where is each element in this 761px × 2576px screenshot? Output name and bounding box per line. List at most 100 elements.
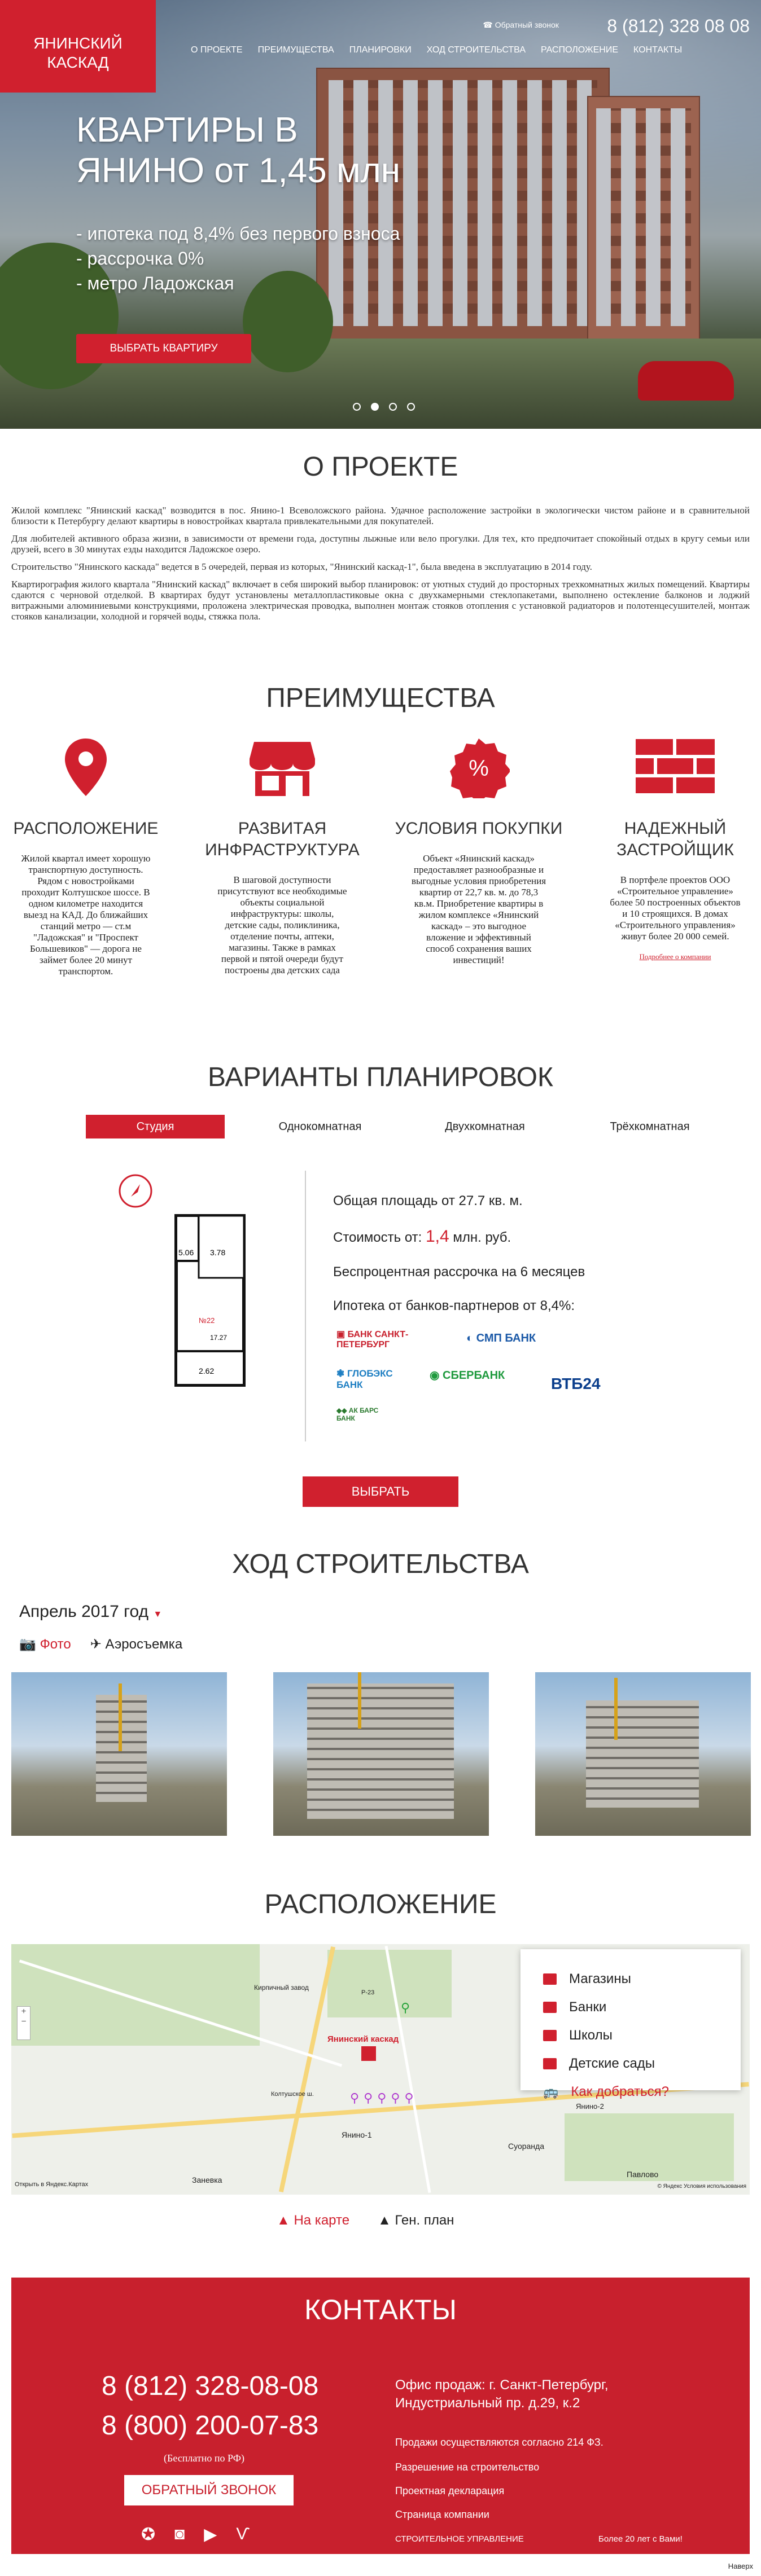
instagram-icon[interactable]: ◙	[174, 2525, 185, 2544]
slider-dot[interactable]	[389, 403, 397, 411]
plan-installment: Беспроцентная рассрочка на 6 месяцев	[333, 1264, 585, 1280]
tab-aerial[interactable]: ✈ Аэросъемка	[90, 1636, 182, 1652]
legend-shops[interactable]: Магазины	[543, 1965, 718, 1993]
project-marker[interactable]: Янинский каскад	[327, 2034, 399, 2061]
about-text: Жилой комплекс "Янинский каскад" возводи…	[11, 505, 750, 628]
nav-contacts[interactable]: КОНТАКТЫ	[633, 45, 682, 55]
contact-phone-1[interactable]: 8 (812) 328-08-08	[102, 2371, 318, 2402]
advantage-text: В шаговой доступности присутствуют все н…	[217, 874, 347, 975]
place-label: Кирпичный завод	[254, 1984, 309, 1992]
advantage-developer: НАДЕЖНЫЙ ЗАСТРОЙЩИК В портфеле проектов …	[591, 733, 760, 961]
contacts-section: КОНТАКТЫ 8 (812) 328-08-08 8 (800) 200-0…	[11, 2278, 750, 2554]
plan-icon: ▲	[378, 2213, 391, 2228]
about-paragraph: Строительство "Янинского каскада" ведетс…	[11, 561, 592, 572]
advantage-infrastructure: РАЗВИТАЯ ИНФРАСТРУКТУРА В шаговой доступ…	[198, 733, 367, 976]
tab-photo[interactable]: 📷 Фото	[19, 1636, 71, 1652]
construction-photo[interactable]	[11, 1672, 227, 1836]
tab-label: Ген. план	[395, 2213, 454, 2228]
open-in-yandex-link[interactable]: Открыть в Яндекс.Картах	[15, 2181, 88, 2188]
contact-phone-2[interactable]: 8 (800) 200-07-83	[102, 2410, 318, 2441]
slider-dot[interactable]	[353, 403, 361, 411]
slider-dots	[353, 403, 415, 411]
advantages-title: ПРЕИМУЩЕСТВА	[266, 683, 495, 713]
school-icon	[543, 2030, 557, 2041]
hero-features: - ипотека под 8,4% без первого взноса - …	[76, 221, 400, 296]
construction-photo[interactable]	[273, 1672, 489, 1836]
price-label: Стоимость от:	[333, 1230, 426, 1245]
nav-advantages[interactable]: ПРЕИМУЩЕСТВА	[258, 45, 334, 55]
vk-icon[interactable]: Ѵ	[236, 2525, 250, 2544]
hero-feature: - рассрочка 0%	[76, 248, 204, 269]
legend-label: Школы	[569, 2028, 613, 2043]
legend-schools[interactable]: Школы	[543, 2021, 718, 2050]
back-to-top-link[interactable]: Наверх	[728, 2562, 753, 2570]
slider-dot-active[interactable]	[371, 403, 379, 411]
drone-icon: ✈	[90, 1637, 102, 1652]
about-company-link[interactable]: Подробнее о компании	[591, 952, 760, 961]
map-pin-icon	[1, 733, 170, 801]
odnoklassniki-icon[interactable]: ✪	[141, 2525, 155, 2544]
logo-line-1: ЯНИНСКИЙ	[33, 34, 123, 52]
map-pin-icon	[361, 2046, 376, 2061]
bank-icon	[543, 2002, 557, 2013]
construction-photo[interactable]	[535, 1672, 751, 1836]
choose-plan-button[interactable]: ВЫБРАТЬ	[303, 1476, 458, 1507]
callback-link[interactable]: ☎ Обратный звонок	[483, 20, 559, 30]
place-label: Янино-1	[342, 2130, 372, 2139]
nav-location[interactable]: РАСПОЛОЖЕНИЕ	[541, 45, 618, 55]
nav-construction[interactable]: ХОД СТРОИТЕЛЬСТВА	[427, 45, 526, 55]
tab-label: На карте	[294, 2213, 350, 2228]
month-select[interactable]: Апрель 2017 год ▼	[19, 1602, 162, 1621]
legend-label: Банки	[569, 1999, 607, 2015]
tab-on-map[interactable]: ▲ На карте	[277, 2213, 349, 2228]
tab-one-room[interactable]: Однокомнатная	[251, 1115, 390, 1138]
svg-text:2.62: 2.62	[199, 1366, 214, 1375]
tab-two-room[interactable]: Двухкомнатная	[416, 1115, 554, 1138]
advantage-text: Объект «Янинский каскад» предоставляет р…	[411, 853, 546, 965]
tab-studio[interactable]: Студия	[86, 1115, 225, 1138]
slider-dot[interactable]	[407, 403, 415, 411]
nav-plans[interactable]: ПЛАНИРОВКИ	[349, 45, 412, 55]
road-label: Колтушское ш.	[271, 2091, 314, 2098]
nav-about[interactable]: О ПРОЕКТЕ	[191, 45, 243, 55]
logo[interactable]: ЯНИНСКИЙ КАСКАД	[0, 0, 156, 93]
choose-apartment-button[interactable]: ВЫБРАТЬ КВАРТИРУ	[76, 334, 251, 363]
company-page-link[interactable]: Страница компании	[395, 2509, 489, 2521]
map-copyright[interactable]: © Яндекс Условия использования	[657, 2183, 746, 2190]
youtube-icon[interactable]: ▶	[204, 2525, 217, 2544]
kindergarten-markers[interactable]: ⚲ ⚲ ⚲ ⚲ ⚲	[350, 2091, 414, 2105]
bank-spb-logo: ▣ БАНК САНКТ-ПЕТЕРБУРГ	[336, 1330, 409, 1349]
advantage-title: РАСПОЛОЖЕНИЕ	[13, 819, 159, 838]
tab-aerial-label: Аэросъемка	[105, 1637, 183, 1652]
hero-feature: - ипотека под 8,4% без первого взноса	[76, 223, 400, 244]
advantage-title: УСЛОВИЯ ПОКУПКИ	[395, 819, 563, 838]
footer: Наверх	[0, 2554, 761, 2576]
map-pin-icon: ▲	[277, 2213, 290, 2228]
svg-text:17.27: 17.27	[210, 1334, 227, 1342]
month-label: Апрель 2017 год	[19, 1602, 148, 1621]
tab-master-plan[interactable]: ▲ Ген. план	[378, 2213, 454, 2228]
plan-info: Общая площадь от 27.7 кв. м. Стоимость о…	[333, 1193, 585, 1332]
developer-logo[interactable]: СТРОИТЕЛЬНОЕ УПРАВЛЕНИЕ Более 20 лет с В…	[395, 2534, 683, 2544]
bank-name: ГЛОБЭКС БАНК	[336, 1368, 393, 1390]
map-marker-icon[interactable]: ⚲	[401, 2001, 410, 2015]
permit-link[interactable]: Разрешение на строительство	[395, 2461, 539, 2473]
place-label: Павлово	[627, 2170, 659, 2179]
bus-icon: 🚌	[543, 2085, 559, 2099]
legend-kindergartens[interactable]: Детские сады	[543, 2050, 718, 2078]
declaration-link[interactable]: Проектная декларация	[395, 2485, 504, 2497]
callback-button[interactable]: ОБРАТНЫЙ ЗВОНОК	[124, 2475, 294, 2505]
legend-banks[interactable]: Банки	[543, 1993, 718, 2021]
legend-directions[interactable]: 🚌 Как добраться?	[543, 2078, 718, 2106]
map-zoom-control[interactable]: + −	[17, 2006, 30, 2040]
svg-text:№22: №22	[199, 1316, 215, 1325]
header-phone[interactable]: 8 (812) 328 08 08	[607, 16, 750, 37]
about-paragraph: Квартирография жилого квартала "Янинский…	[11, 579, 750, 622]
legend-label: Магазины	[569, 1971, 631, 1986]
camera-icon: 📷	[19, 1637, 36, 1652]
floor-plan-image[interactable]: 5.06 3.78 №22 17.27 2.62	[114, 1171, 306, 1441]
advantage-text: В портфеле проектов ООО «Строительное уп…	[610, 874, 741, 942]
social-links: ✪ ◙ ▶ Ѵ	[141, 2525, 250, 2544]
hero-title-line-2: ЯНИНО от 1,45 млн	[76, 151, 401, 190]
tab-three-room[interactable]: Трёхкомнатная	[580, 1115, 719, 1138]
